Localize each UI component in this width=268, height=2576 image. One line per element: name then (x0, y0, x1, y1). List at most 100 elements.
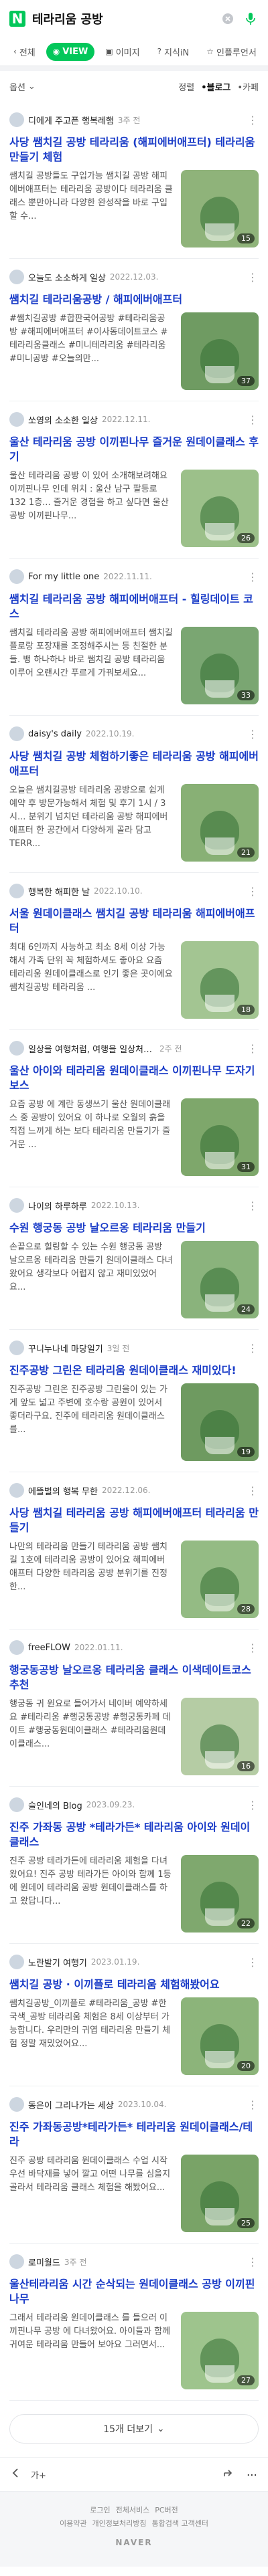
more-icon[interactable]: ⋮ (247, 1199, 259, 1212)
share-icon[interactable] (222, 2467, 234, 2482)
post-thumbnail[interactable]: 37 (181, 312, 259, 390)
post-author[interactable]: 나이의 하루하루 (28, 1199, 87, 1212)
more-icon[interactable]: ⋮ (247, 571, 259, 583)
post-snippet[interactable]: 울산 테라리움 공방 이 있어 소개해보려해요 이끼핀나무 인데 위치 : 울산… (9, 470, 173, 547)
post-thumbnail[interactable]: 21 (181, 784, 259, 862)
post-author[interactable]: For my little one (28, 572, 99, 582)
more-icon[interactable]: ⋮ (247, 114, 259, 126)
post-item[interactable]: 로미월드 3주 전 ⋮ 울산테라리움 시간 순삭되는 원데이클래스 공방 이끼핀… (9, 2244, 259, 2401)
post-title[interactable]: 쌤치길 테라리움 공방 해피에버애프터 - 힐링데이트 코스 (9, 592, 259, 621)
more-icon[interactable]: ⋮ (247, 1956, 259, 1969)
post-title[interactable]: 행궁동공방 날오르옹 테라리움 클래스 이색데이트코스 추천 (9, 1663, 259, 1692)
avatar[interactable] (9, 569, 24, 584)
post-snippet[interactable]: 쌤치길공방_이끼플로 #테라리움_공방 #한국색_공방 테라리움 체험은 8세 … (9, 1997, 173, 2075)
tab-influencer[interactable]: ☆ 인플루언서 (200, 41, 263, 62)
avatar[interactable] (9, 726, 24, 741)
post-author[interactable]: daisy's daily (28, 729, 82, 739)
post-snippet[interactable]: 진주 공방 테라리움 원데이클래스 수업 시작 우선 바닥재를 넣어 깔고 어떤… (9, 2155, 173, 2232)
avatar[interactable] (9, 884, 24, 898)
post-author[interactable]: 디에게 주고픈 행복레햄 (28, 114, 114, 126)
post-author[interactable]: 슬인네의 Blog (28, 1799, 82, 1811)
pc-version-link[interactable]: PC버전 (155, 2504, 178, 2517)
post-item[interactable]: daisy's daily 2022.10.19. ⋮ 사당 쌤치길 공방 체험… (9, 716, 259, 873)
more-icon[interactable]: ⋮ (247, 885, 259, 898)
avatar[interactable] (9, 1198, 24, 1213)
avatar[interactable] (9, 412, 24, 427)
post-author[interactable]: 에뜰벌의 행복 무한 (28, 1484, 98, 1497)
more-icon[interactable]: ⋮ (247, 2098, 259, 2111)
privacy-link[interactable]: 개인정보처리방침 (92, 2517, 147, 2531)
avatar[interactable] (9, 2254, 24, 2269)
post-thumbnail[interactable]: 18 (181, 941, 259, 1019)
post-title[interactable]: 진주 가좌동 공방 *테라가든* 테라리움 아이와 원데이클래스 (9, 1820, 259, 1850)
more-icon[interactable]: ⋮ (247, 1799, 259, 1811)
tab-all[interactable]: ‹ 전체 (7, 41, 42, 62)
post-item[interactable]: 오늘도 소소하게 일상 2022.12.03. ⋮ 쌤치길 테라리움공방 / 해… (9, 259, 259, 401)
post-thumbnail[interactable]: 24 (181, 1241, 259, 1318)
more-icon[interactable]: ⋮ (247, 1342, 259, 1355)
post-snippet[interactable]: #쌤치길공방 #합판국어공방 #테라리움공방 #해피에버애프터 #이사동데이트코… (9, 312, 173, 390)
post-item[interactable]: freeFLOW 2022.01.11. ⋮ 행궁동공방 날오르옹 테라리움 클… (9, 1629, 259, 1787)
post-title[interactable]: 수원 행궁동 공방 날오르옹 테라리움 만들기 (9, 1221, 259, 1235)
post-snippet[interactable]: 손끝으로 힐링할 수 있는 수원 행궁동 공방 날오르옹 테라리움 만들기 원데… (9, 1241, 173, 1318)
avatar[interactable] (9, 2097, 24, 2112)
tab-image[interactable]: ▣ 이미지 (98, 41, 146, 62)
more-icon[interactable]: ⋮ (247, 2256, 259, 2268)
tab-kin[interactable]: ? 지식iN (151, 41, 196, 62)
avatar[interactable] (9, 112, 24, 127)
post-title[interactable]: 사당 쌤치길 테라리움 공방 해피에버애프터 테라리움 만들기 (9, 1506, 259, 1535)
post-title[interactable]: 진주 가좌동공방*테라가든* 테라리움 원데이클래스/테라 (9, 2120, 259, 2149)
avatar[interactable] (9, 1640, 24, 1655)
post-item[interactable]: 꾸니누나네 마당일기 3일 전 ⋮ 진주공방 그린온 테라리움 원데이클래스 재… (9, 1330, 259, 1472)
avatar[interactable] (9, 1341, 24, 1355)
post-title[interactable]: 울산 아이와 테라리움 원데이클래스 이끼핀나무 도자기보스 (9, 1064, 259, 1093)
more-icon[interactable]: ⋮ (247, 1484, 259, 1497)
all-services-link[interactable]: 전체서비스 (116, 2504, 150, 2517)
filter-blog[interactable]: •블로그 (201, 80, 230, 93)
post-snippet[interactable]: 쌤치길 테라리움 공방 해피에버애프터 쌤치길 플로랑 포장재를 조정해주시는 … (9, 627, 173, 704)
more-options-button[interactable]: ⋯ (247, 2468, 257, 2481)
post-snippet[interactable]: 쌤치길 공방들도 구입가능 쌤치길 공방 해피에버애프터는 테라리움 공방이다 … (9, 170, 173, 247)
more-results-button[interactable]: 15개 더보기 ⌄ (9, 2414, 259, 2444)
post-thumbnail[interactable]: 19 (181, 1383, 259, 1461)
post-author[interactable]: 꾸니누나네 마당일기 (28, 1342, 103, 1355)
post-thumbnail[interactable]: 31 (181, 1098, 259, 1176)
post-author[interactable]: freeFLOW (28, 1643, 70, 1653)
help-link[interactable]: 통합검색 고객센터 (151, 2517, 208, 2531)
more-icon[interactable]: ⋮ (247, 413, 259, 426)
post-author[interactable]: 로미월드 (28, 2256, 60, 2268)
post-snippet[interactable]: 최대 6인까지 사능하고 최소 8세 이상 가능해서 가족 단위 꼭 체험하셔도… (9, 941, 173, 1019)
post-title[interactable]: 사당 쌤치길 공방 체험하기좋은 테라리움 공방 해피에버애프터 (9, 749, 259, 779)
post-author[interactable]: 동은이 그리나가는 세상 (28, 2098, 114, 2111)
post-thumbnail[interactable]: 27 (181, 2312, 259, 2389)
options-button[interactable]: 옵션 (9, 80, 25, 93)
avatar[interactable] (9, 1483, 24, 1498)
post-title[interactable]: 진주공방 그린온 테라리움 원데이클래스 재미있다! (9, 1363, 259, 1378)
mic-icon[interactable] (243, 11, 259, 27)
post-snippet[interactable]: 오늘은 쌤치길공방 테라리움 공방으로 쉽게 예약 후 방문가능해서 체험 및 … (9, 784, 173, 862)
post-title[interactable]: 울산테라리움 시간 순삭되는 원데이클래스 공방 이끼핀나무 (9, 2277, 259, 2306)
post-item[interactable]: 동은이 그리나가는 세상 2023.10.04. ⋮ 진주 가좌동공방*테라가든… (9, 2086, 259, 2244)
post-author[interactable]: 노란발기 여행기 (28, 1956, 87, 1969)
avatar[interactable] (9, 270, 24, 284)
post-item[interactable]: 일상을 여행처럼, 여행을 일상처럼 서... 2주 전 ⋮ 울산 아이와 테라… (9, 1030, 259, 1187)
more-icon[interactable]: ⋮ (247, 1042, 259, 1055)
search-query[interactable]: 테라리움 공방 (32, 10, 213, 27)
login-link[interactable]: 로그인 (90, 2504, 110, 2517)
post-item[interactable]: 나이의 하루하루 2022.10.13. ⋮ 수원 행궁동 공방 날오르옹 테라… (9, 1187, 259, 1330)
post-item[interactable]: 쏘영의 소소한 일상 2022.12.11. ⋮ 울산 테라리움 공방 이끼핀나… (9, 401, 259, 559)
post-item[interactable]: 디에게 주고픈 행복레햄 3주 전 ⋮ 사당 쌤치길 공방 테라리움 (해피에버… (9, 102, 259, 259)
post-author[interactable]: 오늘도 소소하게 일상 (28, 271, 106, 284)
post-thumbnail[interactable]: 33 (181, 627, 259, 704)
post-snippet[interactable]: 진주 공방 테라가든에 테라리움 체험을 다녀왔어요! 진주 공방 테라가든 아… (9, 1855, 173, 1933)
post-thumbnail[interactable]: 25 (181, 2155, 259, 2232)
post-item[interactable]: 에뜰벌의 행복 무한 2022.12.06. ⋮ 사당 쌤치길 테라리움 공방 … (9, 1472, 259, 1629)
post-title[interactable]: 쌤치길 테라리움공방 / 해피에버애프터 (9, 292, 259, 307)
avatar[interactable] (9, 1041, 24, 1056)
more-icon[interactable]: ⋮ (247, 728, 259, 740)
post-title[interactable]: 사당 쌤치길 공방 테라리움 (해피에버애프터) 테라리움 만들기 체험 (9, 135, 259, 165)
avatar[interactable] (9, 1797, 24, 1812)
terms-link[interactable]: 이용약관 (60, 2517, 86, 2531)
naver-logo-icon[interactable]: N (9, 11, 25, 27)
post-snippet[interactable]: 나만의 테라리움 만들기 테라리움 공방 쌤치길 1호에 테라리움 공방이 있어… (9, 1541, 173, 1618)
